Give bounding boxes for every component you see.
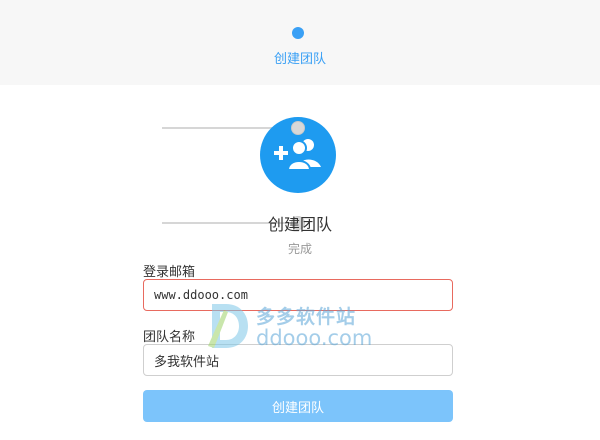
team-name-field[interactable] (143, 344, 453, 376)
step-header: 创建团队 (0, 0, 600, 85)
step-title: 创建团队 (267, 215, 332, 234)
create-team-page: 创建团队 创建团队 完成 登录邮箱 团队名称 创建团队 多多软件站 ddooo.… (0, 0, 600, 440)
team-name-label: 团队名称 (143, 330, 196, 345)
step-header-label: 创建团队 (273, 52, 326, 67)
step-subtitle: 完成 (287, 242, 312, 256)
progress-node-top (291, 121, 305, 135)
email-field[interactable] (143, 279, 453, 311)
create-team-button[interactable]: 创建团队 (143, 390, 453, 422)
active-step-dot (292, 27, 304, 39)
email-label: 登录邮箱 (143, 265, 196, 280)
